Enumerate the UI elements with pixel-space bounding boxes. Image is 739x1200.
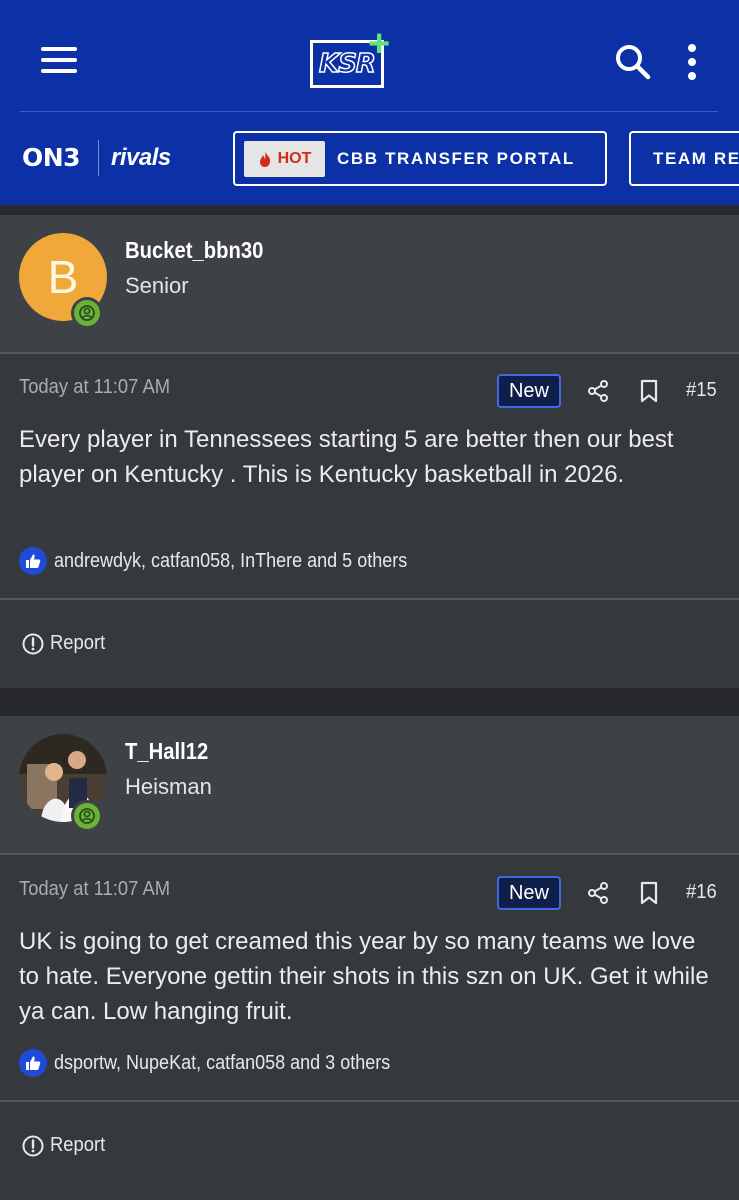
search-icon[interactable]: [613, 42, 653, 82]
menu-icon[interactable]: [41, 47, 77, 75]
report-button[interactable]: Report: [22, 1134, 110, 1157]
like-icon: [19, 547, 47, 575]
rivals-logo[interactable]: rivals: [111, 144, 171, 172]
post-timestamp[interactable]: Today at 11:07 AM: [19, 878, 170, 901]
post-content: UK is going to get creamed this year by …: [19, 928, 709, 1025]
reaction-summary[interactable]: dsportw, NupeKat, catfan058 and 3 others: [19, 1049, 428, 1077]
user-rank: Heisman: [125, 774, 212, 799]
divider: [0, 1100, 739, 1102]
brand-separator: [98, 140, 99, 176]
new-badge: New: [497, 876, 561, 910]
post-content: Every player in Tennessees starting 5 ar…: [19, 426, 674, 488]
reaction-users: dsportw, NupeKat, catfan058 and 3 others: [54, 1051, 391, 1074]
username[interactable]: T_Hall12: [125, 738, 208, 765]
post-timestamp[interactable]: Today at 11:07 AM: [19, 376, 170, 399]
logo-plus-icon: +: [368, 23, 391, 65]
post-user-header: B Bucket_bbn30 Senior: [0, 215, 739, 352]
post-user-header: T_Hall12 Heisman: [0, 716, 739, 853]
bookmark-icon[interactable]: [638, 379, 660, 403]
on3-logo[interactable]: ON3: [22, 143, 81, 172]
post-gap: [0, 205, 739, 215]
hot-label: HOT: [277, 149, 312, 167]
reaction-users: andrewdyk, catfan058, InThere and 5 othe…: [54, 549, 408, 572]
header-divider: [20, 111, 718, 112]
post-gap: [0, 688, 739, 716]
nav-pill-cbb-transfer-portal[interactable]: HOT CBB TRANSFER PORTAL: [233, 131, 607, 186]
new-badge: New: [497, 374, 561, 408]
top-app-bar: KSR + ON3 rivals HOT CBB TRANSFER PORTAL…: [0, 0, 739, 205]
nav-pill-label: CBB TRANSFER PORTAL: [337, 148, 575, 168]
report-label: Report: [50, 1134, 106, 1156]
nav-pill-label: TEAM RE: [653, 148, 739, 168]
divider: [0, 598, 739, 600]
like-icon: [19, 1049, 47, 1077]
post-number[interactable]: #16: [686, 881, 717, 904]
logo-text: KSR: [318, 48, 376, 80]
online-status-icon: [71, 800, 103, 832]
post-body: Today at 11:07 AM New #16 UK is going to…: [0, 855, 739, 1200]
user-rank: Senior: [125, 273, 189, 298]
report-label: Report: [50, 632, 106, 654]
username[interactable]: Bucket_bbn30: [125, 237, 263, 264]
share-icon[interactable]: [586, 881, 610, 905]
bookmark-icon[interactable]: [638, 881, 660, 905]
report-button[interactable]: Report: [22, 632, 110, 655]
hot-badge: HOT: [244, 140, 325, 177]
post-body: Today at 11:07 AM New #15 Every player i…: [0, 354, 739, 688]
flame-icon: [259, 150, 270, 167]
nav-pill-team-reports[interactable]: TEAM RE: [629, 131, 739, 186]
post-number[interactable]: #15: [686, 379, 717, 402]
share-icon[interactable]: [586, 379, 610, 403]
online-status-icon: [71, 297, 103, 329]
warning-circle-icon: [22, 1135, 44, 1156]
more-options-icon[interactable]: [684, 44, 700, 80]
warning-circle-icon: [22, 633, 44, 654]
reaction-summary[interactable]: andrewdyk, catfan058, InThere and 5 othe…: [19, 547, 446, 575]
